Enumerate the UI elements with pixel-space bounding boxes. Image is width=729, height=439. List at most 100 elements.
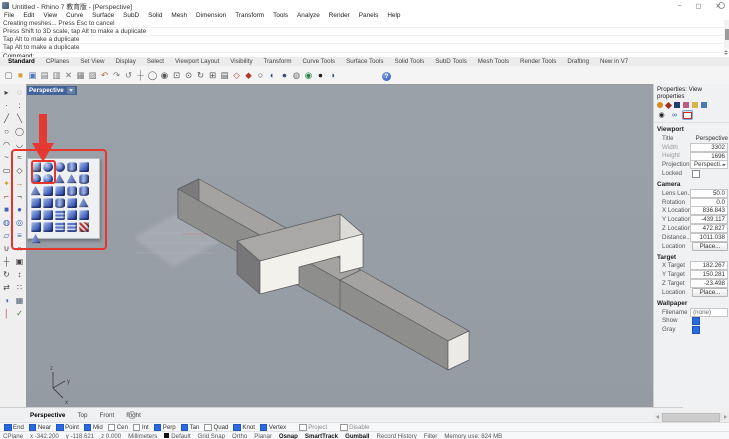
- paste-icon[interactable]: ▨: [87, 69, 98, 82]
- viewport-tab-perspective[interactable]: Perspective: [30, 412, 65, 419]
- osnap-tan[interactable]: Tan: [181, 424, 200, 432]
- command-spinner[interactable]: [724, 50, 728, 56]
- helix-tool-icon[interactable]: ≈: [13, 151, 26, 164]
- view-capture-icon[interactable]: ▥: [51, 69, 62, 82]
- rotate-view-icon[interactable]: ↻: [195, 69, 206, 82]
- menu-curve[interactable]: Curve: [66, 12, 83, 19]
- property-value-check-off[interactable]: [692, 170, 700, 178]
- cylinder-tool-icon[interactable]: ◍: [0, 216, 13, 229]
- menu-view[interactable]: View: [43, 12, 57, 19]
- chamfer-tool-icon[interactable]: ¬: [13, 190, 26, 203]
- osnap-int[interactable]: Int: [133, 424, 149, 432]
- menu-solid[interactable]: Solid: [148, 12, 162, 19]
- status-units[interactable]: Millimeters: [128, 433, 157, 439]
- named-views-icon[interactable]: ▤: [219, 69, 230, 82]
- boolean-union-tool-icon[interactable]: ∪: [0, 242, 13, 255]
- save-icon[interactable]: ▣: [27, 69, 38, 82]
- properties-tab-pen-icon[interactable]: [683, 102, 689, 108]
- extrude-curve-tool-icon[interactable]: [43, 198, 53, 208]
- property-value-input[interactable]: 3302: [690, 143, 728, 152]
- osnap-project[interactable]: Project: [299, 424, 327, 432]
- zoom-window-icon[interactable]: ◉: [159, 69, 170, 82]
- property-value-input[interactable]: 836.843: [690, 206, 728, 215]
- menu-subd[interactable]: SubD: [123, 12, 139, 19]
- checkbox-icon[interactable]: [260, 424, 268, 432]
- property-value-check-on[interactable]: [692, 317, 700, 325]
- extend-tool-icon[interactable]: →: [13, 177, 26, 190]
- wireframe-sphere-icon[interactable]: ○: [255, 69, 266, 82]
- sphere-tool-icon[interactable]: [43, 162, 53, 172]
- status-layer-default[interactable]: Default: [164, 433, 190, 439]
- ellipsoid-tool-icon[interactable]: [43, 174, 53, 184]
- point-cloud-tool-icon[interactable]: :: [13, 99, 26, 112]
- panel-horizontal-scrollbar[interactable]: [654, 412, 729, 422]
- truncated-pyramid-tool-icon[interactable]: [43, 186, 53, 196]
- point-tool-icon[interactable]: ·: [0, 99, 13, 112]
- menu-help[interactable]: Help: [387, 12, 400, 19]
- paraboloid-tool-icon[interactable]: [55, 174, 65, 184]
- undo-icon[interactable]: ↶: [99, 69, 110, 82]
- osnap-near[interactable]: Near: [29, 424, 51, 432]
- toolbar-tab-drafting[interactable]: Drafting: [567, 58, 589, 65]
- checkbox-icon[interactable]: [56, 424, 64, 432]
- pyramid-tool-icon[interactable]: [31, 186, 41, 196]
- tube-tool-icon[interactable]: ◎: [13, 216, 26, 229]
- camera-properties-icon[interactable]: ◉: [657, 111, 666, 119]
- checkbox-icon[interactable]: [133, 424, 141, 432]
- scroll-right-icon[interactable]: [722, 413, 729, 421]
- polyline-tool-icon[interactable]: ╱: [0, 112, 13, 125]
- property-value-input[interactable]: -23.498: [690, 279, 728, 288]
- spinner-down-icon[interactable]: [724, 53, 728, 55]
- viewport-canvas[interactable]: z y x Perspective: [26, 84, 653, 408]
- viewport-menu-dropdown[interactable]: [67, 87, 75, 94]
- zoom-dynamic-icon[interactable]: ◯: [147, 69, 158, 82]
- toolbar-tab-transform[interactable]: Transform: [264, 58, 292, 65]
- mirror-tool-icon[interactable]: ⇄: [0, 281, 13, 294]
- cut-icon[interactable]: ✕: [63, 69, 74, 82]
- property-value-button[interactable]: Place...: [692, 288, 728, 297]
- osnap-mid[interactable]: Mid: [84, 424, 103, 432]
- checkbox-icon[interactable]: [233, 424, 241, 432]
- cylinder-tool-icon[interactable]: [67, 162, 77, 172]
- ellipse-tool-icon[interactable]: ◯: [13, 125, 26, 138]
- minimize-button[interactable]: –: [678, 2, 682, 10]
- torus-tool-icon[interactable]: [31, 174, 41, 184]
- menu-tools[interactable]: Tools: [273, 12, 288, 19]
- lasso-tool-icon[interactable]: ◌: [13, 86, 26, 99]
- environment-icon[interactable]: ◑: [327, 69, 338, 82]
- copy-icon[interactable]: ▦: [75, 69, 86, 82]
- array-box-tool-icon[interactable]: [55, 210, 65, 220]
- properties-tab-folder-icon[interactable]: [692, 102, 698, 108]
- properties-tab-material-icon[interactable]: [665, 101, 672, 108]
- toolbar-tab-standard[interactable]: Standard: [8, 58, 35, 65]
- array-tool-icon[interactable]: ∷: [13, 281, 26, 294]
- checkbox-icon[interactable]: [181, 424, 189, 432]
- viewport-properties-icon[interactable]: [683, 111, 692, 119]
- property-value-dropdown[interactable]: Perspecti...: [690, 160, 728, 169]
- toolbar-tab-curve-tools[interactable]: Curve Tools: [303, 58, 336, 65]
- property-value-input[interactable]: 0.0: [690, 198, 728, 207]
- osnap-perp[interactable]: Perp: [154, 424, 176, 432]
- hyperlink-properties-icon[interactable]: ∞: [670, 111, 679, 119]
- material-ball-icon[interactable]: ●: [315, 69, 326, 82]
- property-value-input[interactable]: 1696: [690, 152, 728, 161]
- command-area[interactable]: Creating meshes... Press Esc to cancelPr…: [0, 20, 729, 58]
- osnap-cen[interactable]: Cen: [108, 424, 128, 432]
- osnap-knot[interactable]: Knot: [233, 424, 255, 432]
- slab-tool-icon[interactable]: [55, 186, 65, 196]
- scale-tool-icon[interactable]: ↕: [13, 268, 26, 281]
- array-grid-tool-icon[interactable]: [55, 222, 65, 232]
- offset-solid-tool-icon[interactable]: [43, 222, 53, 232]
- fillet-tool-icon[interactable]: ⌐: [0, 190, 13, 203]
- checkbox-icon[interactable]: [154, 424, 162, 432]
- osnap-end[interactable]: End: [4, 424, 24, 432]
- property-value-input[interactable]: 472.827: [690, 224, 728, 233]
- circle-tool-icon[interactable]: ○: [0, 125, 13, 138]
- property-value-input[interactable]: 1011.038: [690, 233, 728, 242]
- toolbar-tab-viewport-layout[interactable]: Viewport Layout: [175, 58, 219, 65]
- status-smarttrack-toggle[interactable]: SmartTrack: [305, 433, 338, 439]
- property-value-plain[interactable]: Perspective: [694, 135, 728, 142]
- copy-object-tool-icon[interactable]: ▣: [13, 255, 26, 268]
- undo-multiple-icon[interactable]: ↺: [123, 69, 134, 82]
- shaded-sphere-icon[interactable]: ◐: [267, 69, 278, 82]
